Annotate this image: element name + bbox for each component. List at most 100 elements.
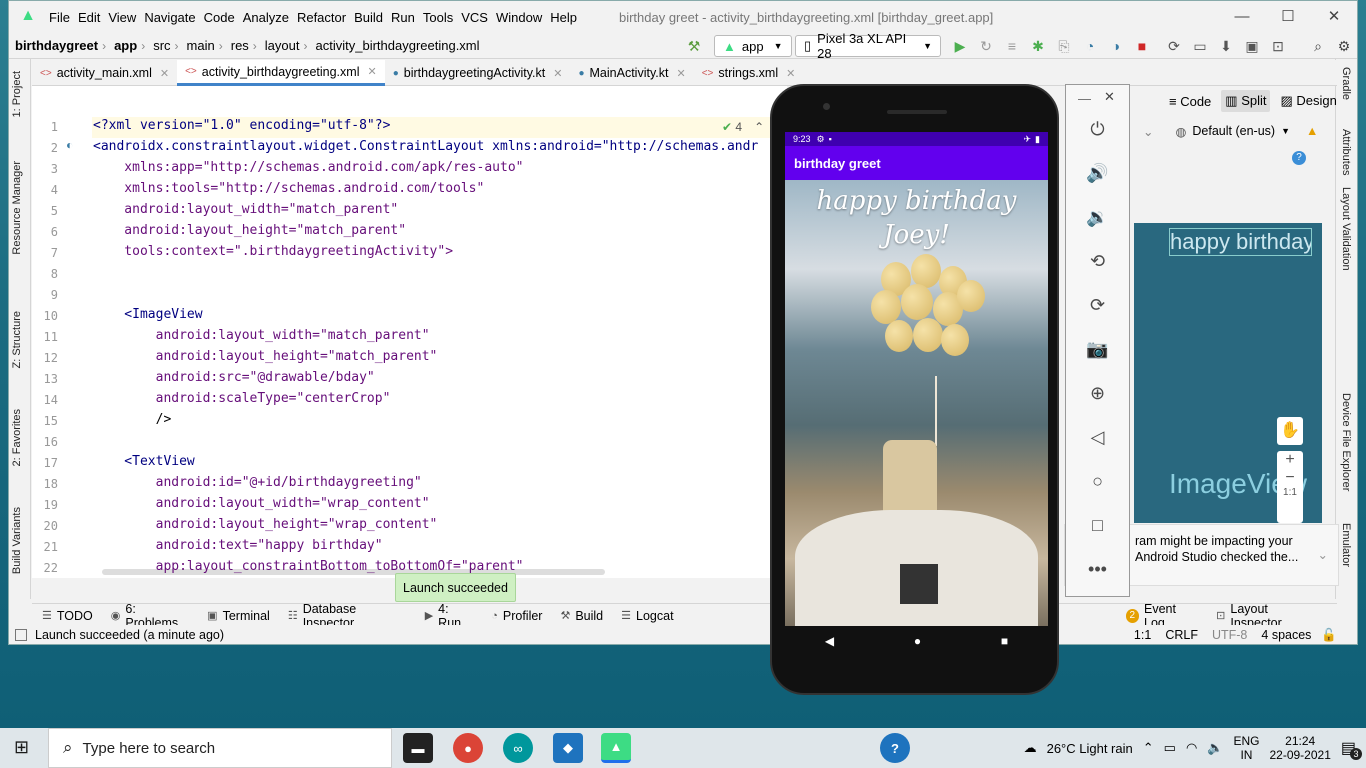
- chevron-up-icon[interactable]: ⌃: [754, 120, 764, 134]
- tool-logcat[interactable]: ☰ Logcat: [621, 609, 673, 623]
- design-view-button[interactable]: ▨ Design: [1280, 93, 1336, 109]
- locale-dropdown[interactable]: Default (en-us): [1192, 124, 1275, 138]
- code-line[interactable]: app:layout_constraintBottom_toBottomOf="…: [93, 559, 524, 574]
- menu-window[interactable]: Window: [496, 10, 550, 25]
- battery-icon[interactable]: ▭: [1164, 740, 1176, 756]
- sync-project-icon[interactable]: ⟳: [1165, 37, 1183, 55]
- chevron-up-icon[interactable]: ⌃: [1143, 740, 1154, 756]
- breadcrumb-res[interactable]: res: [225, 38, 251, 53]
- browser-app-icon[interactable]: ◆: [553, 733, 583, 763]
- code-line[interactable]: <?xml version="1.0" encoding="utf-8"?>: [93, 118, 390, 133]
- camera-icon[interactable]: 📷: [1066, 339, 1129, 360]
- minimize-button[interactable]: —: [1219, 1, 1265, 33]
- rotate-left-icon[interactable]: ⟲: [1066, 251, 1129, 272]
- tool-todo[interactable]: ☰ TODO: [42, 609, 93, 623]
- menu-view[interactable]: View: [108, 10, 144, 25]
- code-line[interactable]: android:scaleType="centerCrop": [93, 391, 391, 406]
- tool-profiler[interactable]: ◔ Profiler: [491, 609, 542, 623]
- close-tab-icon[interactable]: ✕: [786, 67, 795, 80]
- notification-center-icon[interactable]: ▤ 3: [1341, 738, 1362, 760]
- terminal-app-icon[interactable]: ▬: [403, 733, 433, 763]
- clock[interactable]: 21:24 22-09-2021: [1269, 734, 1330, 762]
- tool-window-toggle-icon[interactable]: [15, 629, 27, 641]
- help-icon[interactable]: ?: [880, 733, 910, 763]
- apply-code-changes-icon[interactable]: ≡: [1003, 37, 1021, 55]
- code-editor[interactable]: ✔ 4 ⌃ ◐ 1 <?xml version="1.0" encoding="ut…: [32, 116, 787, 578]
- avd-manager-icon[interactable]: ▭: [1191, 37, 1209, 55]
- windows-start-icon[interactable]: ⊞: [14, 737, 29, 758]
- menu-build[interactable]: Build: [354, 10, 391, 25]
- tool-favorites[interactable]: 2: Favorites: [11, 409, 23, 466]
- file-encoding[interactable]: UTF-8: [1212, 628, 1247, 642]
- menu-navigate[interactable]: Navigate: [144, 10, 203, 25]
- menu-tools[interactable]: Tools: [423, 10, 461, 25]
- class-gutter-icon[interactable]: ◐: [66, 138, 73, 152]
- code-line[interactable]: xmlns:tools="http://schemas.android.com/…: [93, 181, 484, 196]
- tab-activity-main[interactable]: <> activity_main.xml ✕: [32, 60, 177, 86]
- apply-changes-icon[interactable]: ↻: [977, 37, 995, 55]
- chevron-down-icon[interactable]: ⌄: [1318, 547, 1328, 563]
- close-emulator-icon[interactable]: ✕: [1104, 89, 1115, 105]
- taskbar-search[interactable]: ⌕ Type here to search: [48, 728, 392, 768]
- breadcrumb-layout[interactable]: layout: [259, 38, 302, 53]
- back-icon[interactable]: ◁: [1066, 427, 1129, 448]
- code-line[interactable]: tools:context=".birthdaygreetingActivity…: [93, 244, 453, 259]
- zoom-out-icon[interactable]: −: [1277, 469, 1303, 487]
- inspection-widget[interactable]: ✔ 4 ⌃: [722, 120, 764, 134]
- zoom-icon[interactable]: ⊕: [1066, 383, 1129, 404]
- menu-vcs[interactable]: VCS: [461, 10, 496, 25]
- language-indicator[interactable]: ENG IN: [1233, 734, 1259, 762]
- tool-build[interactable]: ⚒ Build: [560, 609, 603, 623]
- stop-icon[interactable]: ■: [1133, 37, 1151, 55]
- caret-position[interactable]: 1:1: [1134, 628, 1151, 642]
- hammer-build-icon[interactable]: ⚒: [685, 37, 703, 55]
- zoom-reset[interactable]: 1:1: [1277, 487, 1303, 498]
- close-tab-icon[interactable]: ✕: [160, 67, 169, 80]
- menu-help[interactable]: Help: [550, 10, 585, 25]
- minimize-emulator-icon[interactable]: —: [1078, 91, 1091, 106]
- arduino-app-icon[interactable]: ∞: [503, 733, 533, 763]
- close-button[interactable]: ✕: [1311, 1, 1357, 33]
- pan-hand-icon[interactable]: ✋: [1277, 417, 1303, 445]
- breadcrumb-src[interactable]: src: [147, 38, 172, 53]
- tool-emulator[interactable]: Emulator: [1340, 523, 1352, 567]
- weather-text[interactable]: 26°C Light rain: [1047, 741, 1133, 756]
- code-line[interactable]: android:text="happy birthday": [93, 538, 383, 553]
- run-icon[interactable]: ▶: [951, 37, 969, 55]
- back-icon[interactable]: ◀: [825, 634, 834, 648]
- debug-icon[interactable]: ✱: [1029, 37, 1047, 55]
- tool-terminal[interactable]: ▣ Terminal: [207, 609, 270, 623]
- tool-layout-validation[interactable]: Layout Validation: [1340, 187, 1352, 271]
- breadcrumb-project[interactable]: birthdaygreet: [9, 38, 100, 53]
- tool-structure[interactable]: Z: Structure: [11, 311, 23, 368]
- rotate-right-icon[interactable]: ⟳: [1066, 295, 1129, 316]
- chrome-app-icon[interactable]: ●: [453, 733, 483, 763]
- code-line[interactable]: android:layout_height="wrap_content": [93, 517, 438, 532]
- code-line[interactable]: <TextView: [93, 454, 194, 469]
- menu-code[interactable]: Code: [204, 10, 243, 25]
- breadcrumb-module[interactable]: app: [108, 38, 139, 53]
- menu-analyze[interactable]: Analyze: [243, 10, 297, 25]
- device-dropdown[interactable]: ▯ Pixel 3a XL API 28 ▼: [795, 31, 941, 61]
- power-icon[interactable]: ⏻: [1066, 119, 1129, 140]
- code-line[interactable]: xmlns:app="http://schemas.android.com/ap…: [93, 160, 523, 175]
- preview-textview[interactable]: happy birthday: [1169, 228, 1312, 256]
- tool-gradle[interactable]: Gradle: [1340, 67, 1352, 100]
- recents-icon[interactable]: ■: [1001, 634, 1008, 648]
- phone-screen[interactable]: 9:23 ⚙ ▪ ✈ ▮ birthday greet happy birthd…: [785, 132, 1048, 626]
- code-line[interactable]: <ImageView: [93, 307, 202, 322]
- volume-up-icon[interactable]: 🔊: [1066, 163, 1129, 184]
- attach-profiler-icon[interactable]: ◑: [1107, 37, 1125, 55]
- design-preview[interactable]: happy birthday ImageView ✋ + − 1:1: [1134, 223, 1322, 523]
- split-view-button[interactable]: ▥ Split: [1221, 90, 1271, 112]
- code-line[interactable]: android:layout_width="match_parent": [93, 328, 430, 343]
- close-tab-icon[interactable]: ✕: [367, 65, 376, 78]
- tool-attributes[interactable]: Attributes: [1340, 129, 1352, 175]
- volume-down-icon[interactable]: 🔉: [1066, 207, 1129, 228]
- settings-icon[interactable]: ⚙: [1335, 37, 1353, 55]
- tool-project[interactable]: 1: Project: [11, 71, 23, 117]
- tool-build-variants[interactable]: Build Variants: [11, 507, 23, 574]
- help-icon[interactable]: ?: [1292, 151, 1306, 165]
- tool-device-file-explorer[interactable]: Device File Explorer: [1340, 393, 1352, 491]
- code-line[interactable]: />: [93, 412, 172, 427]
